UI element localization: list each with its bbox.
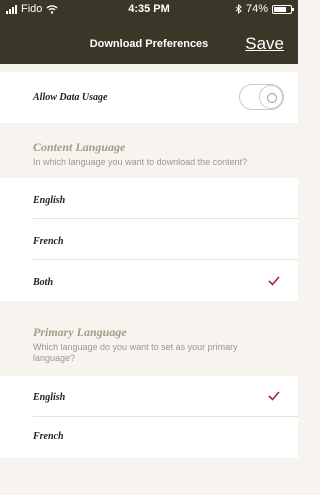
list-item[interactable]: Both [0,260,298,301]
list-item[interactable]: French [0,417,298,458]
top-bar: Fido 4:35 PM 74% Download Preferences Sa… [0,0,298,64]
toggle-knob [259,85,283,109]
save-button[interactable]: Save [245,34,284,54]
status-bar: Fido 4:35 PM 74% [0,0,298,20]
primary-language-header: Primary Language Which language do you w… [33,325,295,364]
option-label: French [33,431,64,442]
primary-language-list: English French [0,376,298,458]
battery-percent: 74% [245,3,268,15]
content-language-subtitle: In which language you want to download t… [33,157,248,167]
battery-icon [272,4,294,14]
data-usage-toggle[interactable] [239,84,284,110]
option-label: French [33,236,64,247]
bluetooth-icon [235,4,242,14]
primary-language-subtitle: Which language do you want to set as you… [33,342,238,363]
content-language-title: Content Language [33,140,126,154]
checkmark-icon [268,391,280,401]
option-label: English [33,392,66,403]
content-language-header: Content Language In which language you w… [33,140,295,168]
list-item[interactable]: English [0,376,298,417]
option-label: Both [33,277,54,288]
data-usage-label: Allow Data Usage [33,92,108,103]
list-item[interactable]: French [0,219,298,260]
list-item[interactable]: English [0,178,298,219]
content-language-list: English French Both [0,178,298,301]
data-usage-row: Allow Data Usage [0,72,298,123]
status-right: 74% [235,3,294,15]
checkmark-icon [268,276,280,286]
option-label: English [33,195,66,206]
primary-language-title: Primary Language [33,325,127,339]
